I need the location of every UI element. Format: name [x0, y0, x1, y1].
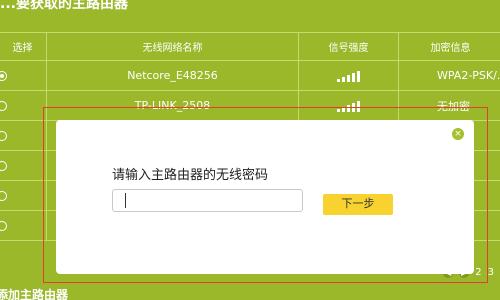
dialog-title: 请输入主路由器的无线密码: [112, 168, 269, 183]
table-header-row: 选择 无线网络名称 信号强度 加密信息: [0, 32, 500, 61]
page-heading: ...要获取的主路由器: [0, 0, 128, 12]
signal-cell: [298, 60, 399, 91]
close-icon[interactable]: ×: [452, 128, 464, 140]
table-row[interactable]: Netcore_E48256 WPA2-PSK/...: [0, 60, 500, 91]
column-ssid: 无线网络名称: [46, 32, 299, 61]
signal-strength-icon: [337, 70, 360, 82]
text-caret: [125, 193, 126, 208]
row-select-cell: [0, 210, 47, 241]
row-select-cell: [0, 180, 47, 211]
router-setup-screen: ...要获取的主路由器 选择 无线网络名称 信号强度 加密信息 Netcore_…: [0, 0, 500, 300]
column-select: 选择: [0, 32, 47, 61]
password-input[interactable]: [112, 189, 303, 212]
column-security: 加密信息: [398, 32, 500, 61]
radio-button[interactable]: [0, 131, 7, 141]
row-select-cell: [0, 60, 47, 91]
ssid-cell: Netcore_E48256: [46, 60, 299, 91]
radio-button[interactable]: [0, 221, 7, 231]
password-dialog: × 请输入主路由器的无线密码 下一步: [56, 120, 474, 274]
radio-button[interactable]: [0, 71, 7, 81]
security-cell: WPA2-PSK/...: [398, 60, 500, 91]
column-signal: 信号强度: [298, 32, 399, 61]
radio-button[interactable]: [0, 191, 7, 201]
next-step-button[interactable]: 下一步: [323, 194, 393, 215]
page-3[interactable]: 3: [488, 268, 494, 278]
radio-button[interactable]: [0, 101, 7, 111]
row-select-cell: [0, 150, 47, 181]
row-select-cell: [0, 90, 47, 121]
radio-button[interactable]: [0, 161, 7, 171]
add-router-link[interactable]: 添加主路由器: [0, 286, 68, 300]
row-select-cell: [0, 120, 47, 151]
